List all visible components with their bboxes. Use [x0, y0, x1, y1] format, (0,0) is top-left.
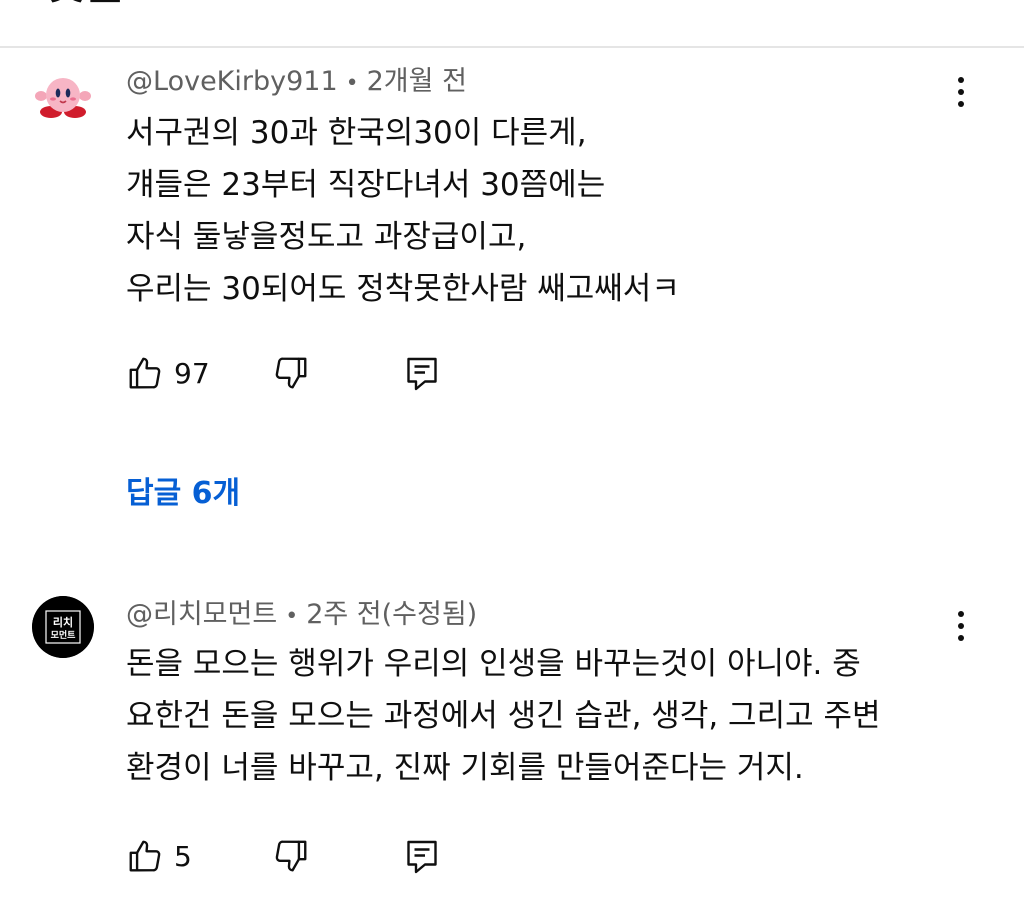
view-replies-button[interactable]: 답글 6개 [126, 468, 240, 512]
comment-author[interactable]: @리치모먼트 [126, 599, 277, 630]
dot-icon [958, 635, 964, 641]
dot-icon [958, 101, 964, 107]
comment-line: 걔들은 23부터 직장다녀서 30쯤에는 [126, 167, 606, 203]
comment-line: 서구권의 30과 한국의30이 다른게, [126, 115, 587, 151]
avatar-text: 모먼트 [51, 629, 77, 641]
avatar[interactable] [32, 68, 94, 130]
like-count: 97 [174, 356, 210, 390]
separator-dot: • [345, 71, 359, 96]
comment-reply-icon [407, 357, 437, 391]
comment-line: 우리는 30되어도 정착못한사람 쌔고쌔서ㅋ [126, 271, 680, 307]
comment-actions: 97 [126, 354, 456, 398]
thumbs-up-icon [129, 840, 161, 872]
dot-icon [958, 77, 964, 83]
thumbs-up-icon [129, 357, 161, 389]
dislike-button[interactable] [272, 837, 310, 875]
reply-button[interactable] [404, 354, 440, 394]
comment-meta: @LoveKirby911 • 2개월 전 [126, 68, 467, 95]
page-title: 댓글 [44, 0, 125, 6]
comment-author[interactable]: @LoveKirby911 [126, 66, 338, 97]
dislike-button[interactable] [272, 354, 310, 392]
avatar-text: 리치 [53, 615, 73, 629]
divider [0, 46, 1024, 48]
comment-actions: 5 [126, 837, 456, 881]
comment-meta: @리치모먼트 • 2주 전(수정됨) [126, 601, 477, 628]
more-options-button[interactable] [944, 604, 978, 648]
avatar[interactable]: 리치 모먼트 [32, 596, 94, 658]
comment-time: 2개월 전 [366, 66, 467, 97]
like-count: 5 [174, 839, 192, 873]
dot-icon [958, 623, 964, 629]
thumbs-down-icon [275, 357, 307, 389]
like-button[interactable]: 97 [126, 354, 210, 392]
comment-line: 요한건 돈을 모으는 과정에서 생긴 습관, 생각, 그리고 주변 [126, 698, 881, 734]
like-button[interactable]: 5 [126, 837, 192, 875]
comment-reply-icon [407, 840, 437, 874]
dot-icon [958, 611, 964, 617]
comment-line: 돈을 모으는 행위가 우리의 인생을 바꾸는것이 아니야. 중 [126, 646, 861, 682]
comment-line: 환경이 너를 바꾸고, 진짜 기회를 만들어준다는 거지. [126, 750, 804, 786]
reply-button[interactable] [404, 837, 440, 877]
dot-icon [958, 89, 964, 95]
thumbs-down-icon [275, 840, 307, 872]
rich-moment-logo-icon: 리치 모먼트 [32, 596, 94, 658]
more-options-button[interactable] [944, 70, 978, 114]
comment-time: 2주 전(수정됨) [306, 599, 478, 630]
kirby-avatar-icon [32, 68, 94, 130]
separator-dot: • [285, 604, 299, 629]
comment-line: 자식 둘낳을정도고 과장급이고, [126, 219, 527, 255]
comment-text: 돈을 모으는 행위가 우리의 인생을 바꾸는것이 아니야. 중 요한건 돈을 모… [126, 638, 881, 794]
comment-text: 서구권의 30과 한국의30이 다른게, 걔들은 23부터 직장다녀서 30쯤에… [126, 107, 680, 315]
